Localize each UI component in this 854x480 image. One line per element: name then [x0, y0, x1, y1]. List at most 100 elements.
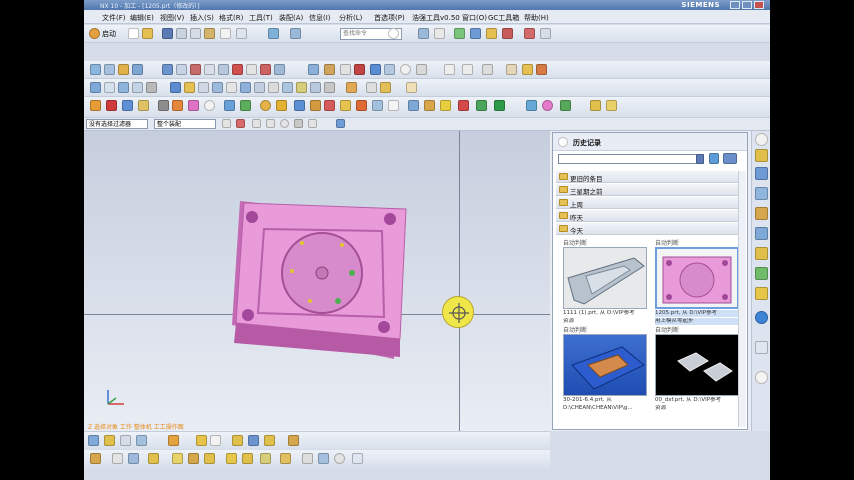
- filter-icon[interactable]: [352, 453, 363, 464]
- shop-doc-icon[interactable]: [324, 64, 335, 75]
- mirror-icon[interactable]: [242, 453, 253, 464]
- hand-icon[interactable]: [280, 453, 291, 464]
- snap-box-icon[interactable]: [308, 119, 317, 128]
- edit-object-icon[interactable]: [176, 64, 187, 75]
- snap-icon[interactable]: [168, 435, 179, 446]
- orange-tool-icon[interactable]: [90, 100, 101, 111]
- move-icon[interactable]: [204, 453, 215, 464]
- paste-icon[interactable]: [204, 28, 215, 39]
- offset-face-icon[interactable]: [324, 82, 335, 93]
- create-operation-icon[interactable]: [162, 64, 173, 75]
- paint-icon[interactable]: [424, 100, 435, 111]
- brush-icon[interactable]: [188, 453, 199, 464]
- menu-insert[interactable]: 插入(S): [190, 13, 214, 23]
- copy-view-icon[interactable]: [264, 435, 275, 446]
- pattern-icon[interactable]: [240, 82, 251, 93]
- repeat-icon[interactable]: [268, 28, 279, 39]
- paste-object-icon[interactable]: [218, 64, 229, 75]
- puzzle-icon[interactable]: [526, 100, 537, 111]
- history-group-three-weeks[interactable]: 三星期之前: [556, 184, 742, 196]
- history-scrollbar[interactable]: [738, 171, 746, 427]
- subtract-icon[interactable]: [268, 82, 279, 93]
- undo-icon[interactable]: [236, 28, 247, 39]
- part-nav-icon[interactable]: [170, 82, 181, 93]
- simulate-icon[interactable]: [354, 64, 365, 75]
- system-materials-tab-icon[interactable]: [755, 287, 768, 300]
- stack-icon[interactable]: [260, 453, 271, 464]
- maximize-button[interactable]: [742, 1, 752, 9]
- red-cube-icon[interactable]: [106, 100, 117, 111]
- graphics-window[interactable]: Z 选择对象 工作 整体机 工工操作面: [84, 131, 550, 431]
- gear-pink-icon[interactable]: [542, 100, 553, 111]
- start-button-label[interactable]: 启动: [102, 29, 116, 39]
- view-icon[interactable]: [136, 435, 147, 446]
- machine-view-icon[interactable]: [470, 28, 481, 39]
- gouge-check-icon[interactable]: [370, 64, 381, 75]
- menu-view[interactable]: 视图(V): [160, 13, 184, 23]
- history-group-yesterday[interactable]: 昨天: [556, 210, 742, 222]
- trim-body-icon[interactable]: [296, 82, 307, 93]
- hd3d-tools-tab-icon[interactable]: [755, 227, 768, 240]
- hook-icon[interactable]: [372, 100, 383, 111]
- save-icon[interactable]: [162, 28, 173, 39]
- select-mode-icon[interactable]: [88, 435, 99, 446]
- clock-icon[interactable]: [755, 371, 768, 384]
- history-item[interactable]: 自动判断 1111 (1).prt, 从 D:\VIP参考 资源: [563, 238, 647, 325]
- pencil-icon[interactable]: [172, 453, 183, 464]
- role-tab-icon[interactable]: [755, 341, 768, 354]
- revolve-icon[interactable]: [132, 82, 143, 93]
- close-button[interactable]: [754, 1, 764, 9]
- constraint-nav-tab-icon[interactable]: [755, 167, 768, 180]
- select-settings-icon[interactable]: [222, 119, 231, 128]
- layer-settings-icon[interactable]: [104, 435, 115, 446]
- paint-icon[interactable]: [90, 453, 101, 464]
- green-rect-icon[interactable]: [494, 100, 505, 111]
- copy-icon[interactable]: [190, 28, 201, 39]
- part-nav-tab-icon[interactable]: [755, 187, 768, 200]
- wcs-icon[interactable]: [120, 435, 131, 446]
- menu-preferences[interactable]: 首选项(P): [374, 13, 405, 23]
- blend-icon[interactable]: [184, 82, 195, 93]
- generate-path-icon[interactable]: [524, 28, 535, 39]
- hand-icon[interactable]: [406, 82, 417, 93]
- edit-parameters-icon[interactable]: [346, 82, 357, 93]
- menu-gc-toolbox[interactable]: GC工具箱: [488, 13, 519, 23]
- snap-center-icon[interactable]: [280, 119, 289, 128]
- pencil-icon[interactable]: [606, 100, 617, 111]
- diamond-icon[interactable]: [294, 100, 305, 111]
- history-group-today[interactable]: 今天: [556, 223, 742, 235]
- tag-icon[interactable]: [240, 100, 251, 111]
- history-item-selected[interactable]: 自动判断 1205.prt, 从 D:\VIP参考 用上模从零起步: [655, 238, 739, 325]
- flag-icon[interactable]: [590, 100, 601, 111]
- layer-icon[interactable]: [380, 82, 391, 93]
- assembly-nav-tab-icon[interactable]: [755, 149, 768, 162]
- assembly-icon[interactable]: [288, 435, 299, 446]
- layers-icon[interactable]: [138, 100, 149, 111]
- link-icon[interactable]: [318, 453, 329, 464]
- output-cls-icon[interactable]: [340, 64, 351, 75]
- touch-mode-icon[interactable]: [290, 28, 301, 39]
- measure-icon[interactable]: [384, 64, 395, 75]
- play-icon[interactable]: [444, 64, 455, 75]
- create-program-icon[interactable]: [90, 64, 101, 75]
- curve-icon[interactable]: [416, 64, 427, 75]
- gear-icon[interactable]: [755, 133, 768, 146]
- circle-icon[interactable]: [400, 64, 411, 75]
- search-icon[interactable]: [388, 28, 399, 39]
- menu-edit[interactable]: 编辑(E): [130, 13, 154, 23]
- wrench-icon[interactable]: [148, 453, 159, 464]
- tool-brush-icon[interactable]: [522, 64, 533, 75]
- text-a-icon[interactable]: [388, 100, 399, 111]
- fire-icon[interactable]: [356, 100, 367, 111]
- postprocess-icon[interactable]: [308, 64, 319, 75]
- create-geometry-icon[interactable]: [118, 64, 129, 75]
- web-browser-tab-icon[interactable]: [755, 247, 768, 260]
- open-icon[interactable]: [142, 28, 153, 39]
- star-icon[interactable]: [340, 100, 351, 111]
- program-view-icon[interactable]: [454, 28, 465, 39]
- gold-box-icon[interactable]: [276, 100, 287, 111]
- verify-icon[interactable]: [540, 28, 551, 39]
- menu-tools[interactable]: 工具(T): [249, 13, 273, 23]
- view-mode-icon[interactable]: [723, 153, 737, 164]
- delete-object-icon[interactable]: [232, 64, 243, 75]
